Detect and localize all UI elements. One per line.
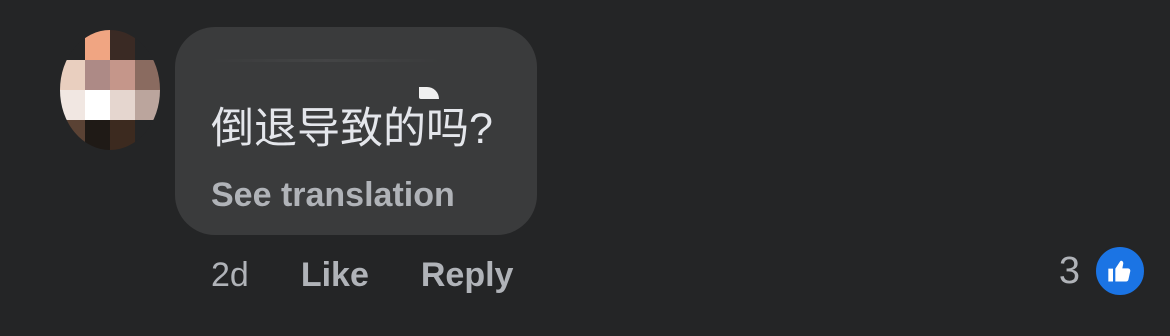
- avatar-pixel: [85, 90, 110, 120]
- reaction-count: 3: [1058, 249, 1080, 292]
- avatar-pixel: [60, 120, 85, 150]
- avatar-pixel: [85, 60, 110, 90]
- see-translation-link[interactable]: See translation: [211, 175, 455, 215]
- like-button[interactable]: Like: [301, 256, 369, 295]
- avatar-pixel: [60, 30, 85, 60]
- comment-bubble: 倒退导致的吗? See translation: [175, 27, 537, 235]
- avatar-pixel: [85, 120, 110, 150]
- comment-timestamp: 2d: [211, 255, 249, 294]
- reply-button[interactable]: Reply: [421, 256, 514, 295]
- reaction-summary[interactable]: 3: [1058, 245, 1146, 297]
- avatar-pixel: [135, 30, 160, 60]
- avatar-pixel: [110, 30, 135, 60]
- comment-text: 倒退导致的吗?: [211, 105, 493, 153]
- avatar-pixel: [110, 90, 135, 120]
- sticker-fragment: [419, 87, 439, 99]
- bubble-divider: [211, 59, 441, 62]
- comment-actions: 2d Like Reply: [211, 253, 513, 297]
- avatar-pixel: [135, 60, 160, 90]
- avatar-pixel: [135, 90, 160, 120]
- avatar-pixel: [85, 30, 110, 60]
- avatar-pixel: [60, 90, 85, 120]
- avatar-pixel: [60, 60, 85, 90]
- thumbs-up-icon: [1094, 245, 1146, 297]
- thumbs-up-glyph: [1108, 260, 1131, 282]
- avatar-pixel: [135, 120, 160, 150]
- avatar-pixel: [110, 60, 135, 90]
- avatar-pixel: [110, 120, 135, 150]
- avatar[interactable]: [60, 30, 160, 150]
